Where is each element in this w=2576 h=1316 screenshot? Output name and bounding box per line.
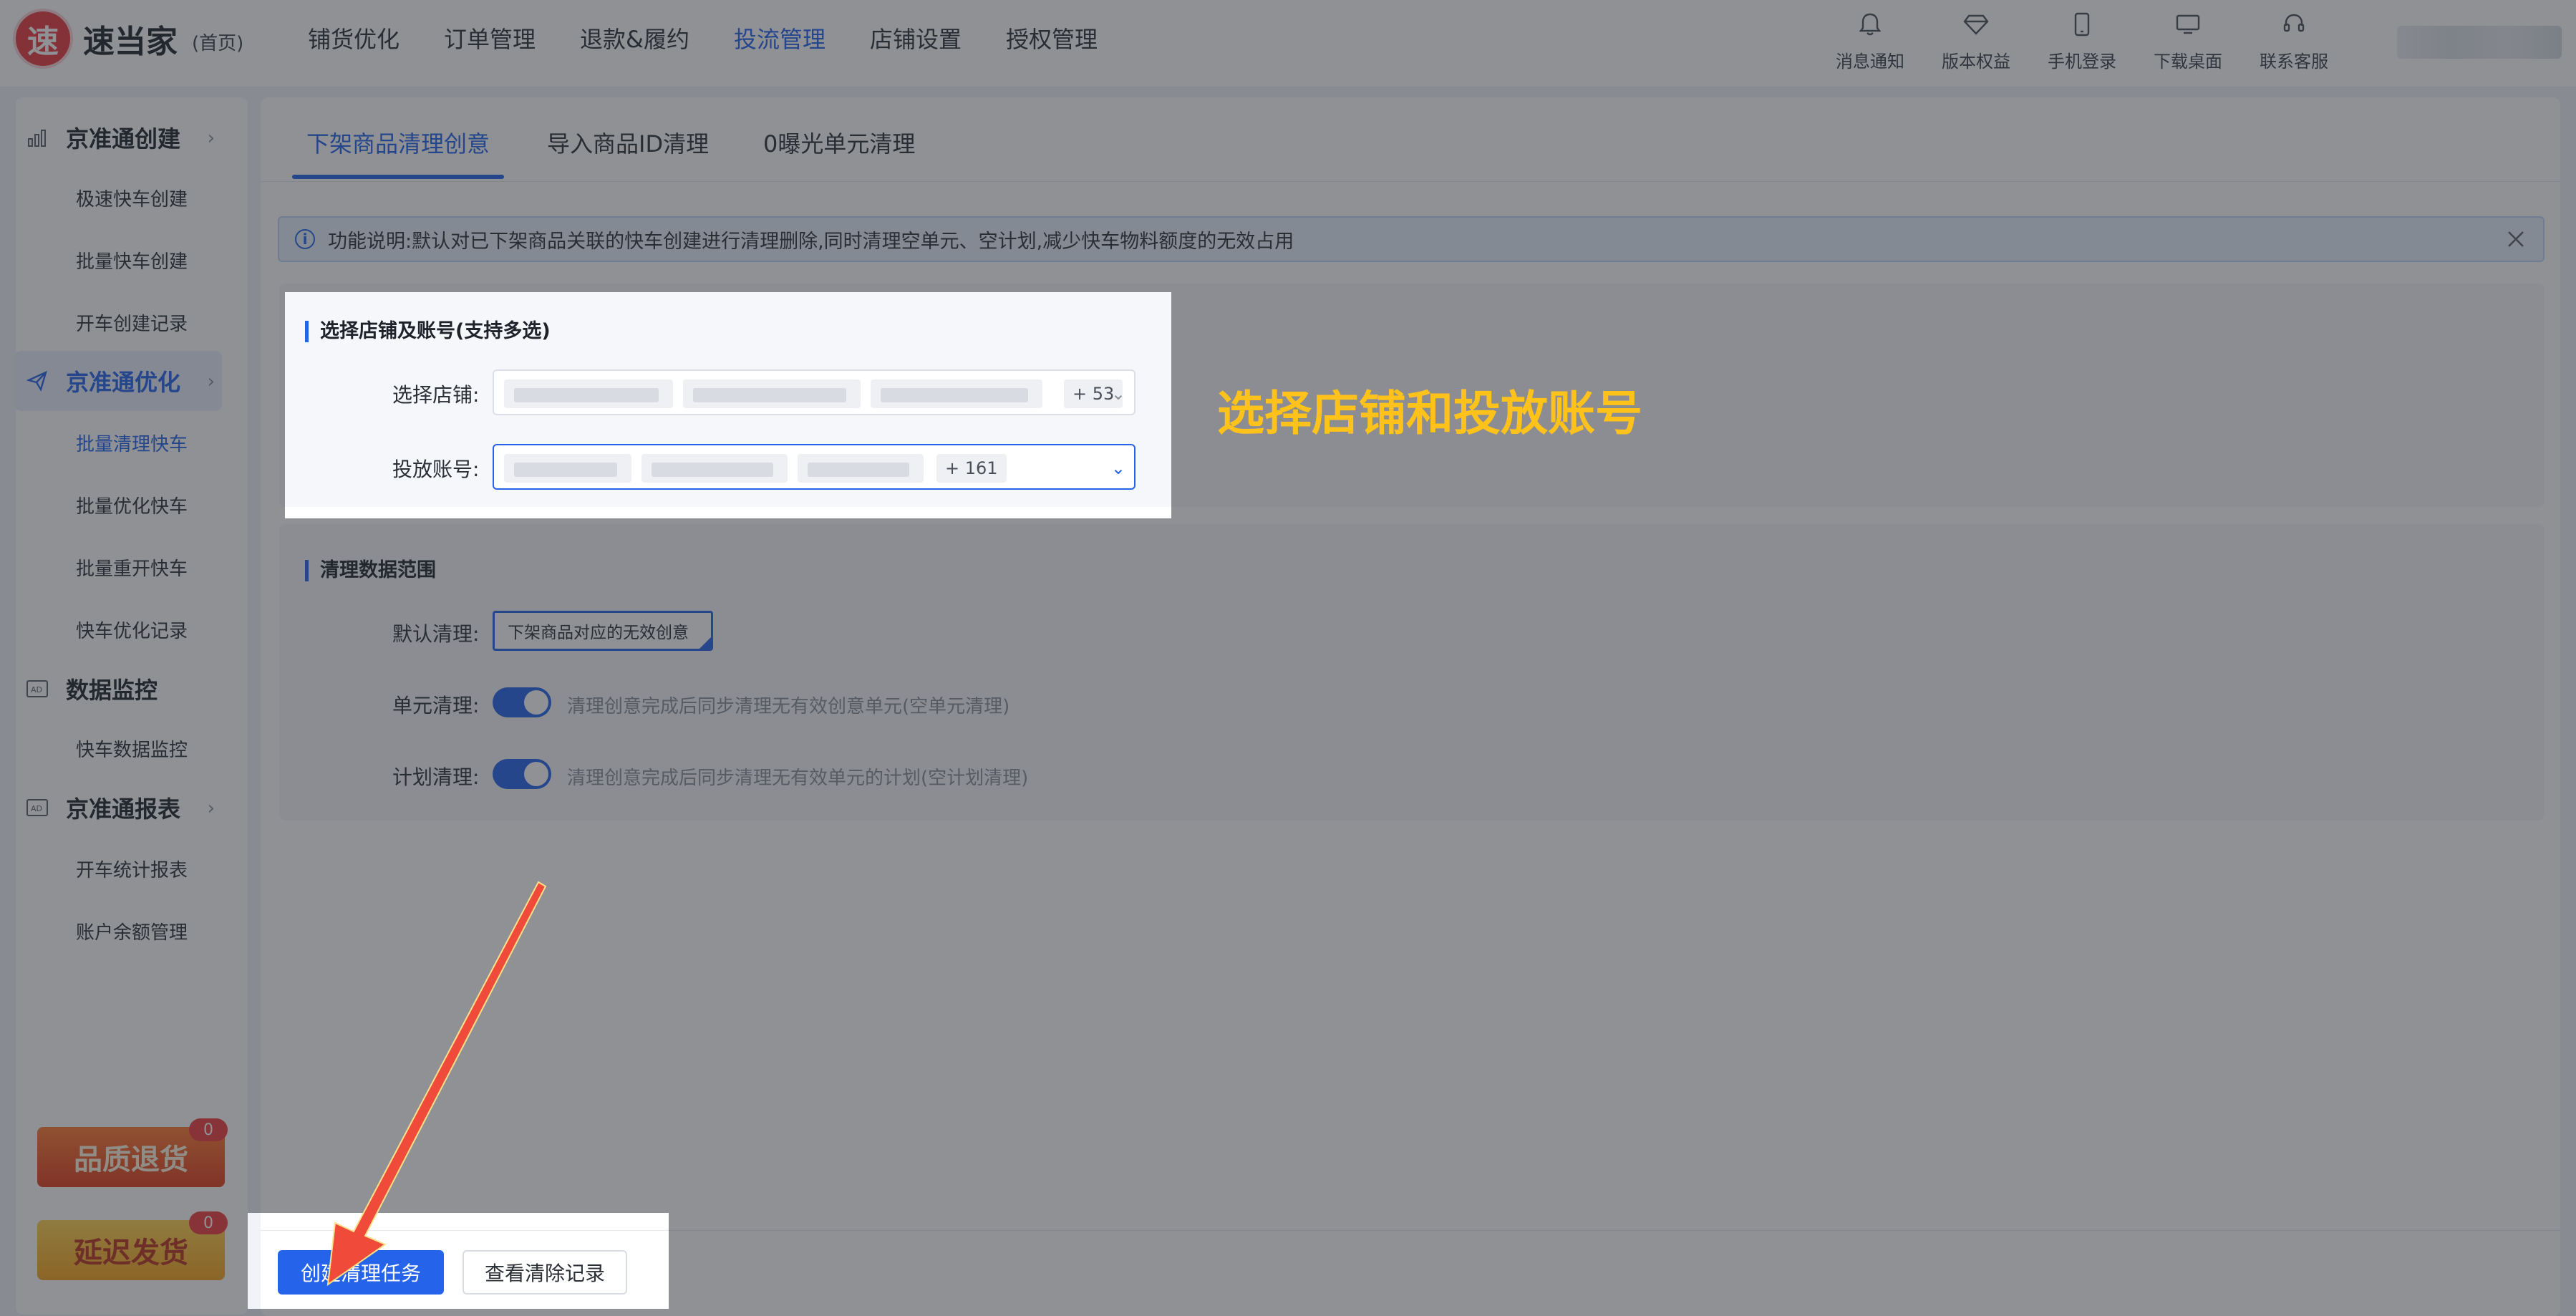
tool-label: 联系客服: [2260, 52, 2328, 72]
brand-name[interactable]: 速当家: [83, 16, 178, 62]
tutorial-callout: 选择店铺和投放账号: [1217, 386, 1642, 441]
count-badge: 0: [189, 1211, 228, 1234]
nav-item-orders[interactable]: 订单管理: [444, 21, 536, 54]
ad-icon: AD: [21, 673, 53, 705]
sidebar-item-batch-create[interactable]: 批量快车创建: [76, 247, 188, 274]
count-badge: 0: [189, 1118, 228, 1141]
main-nav: 铺货优化 订单管理 退款&履约 投流管理 店铺设置 授权管理: [308, 21, 1142, 54]
tool-label: 版本权益: [1942, 52, 2010, 72]
headset-icon: [2278, 9, 2310, 40]
sidebar-item-optimize-records[interactable]: 快车优化记录: [76, 616, 188, 643]
more-count-tag: + 161: [936, 454, 1007, 483]
sidebar-item-batch-clean[interactable]: 批量清理快车: [76, 430, 188, 456]
tab-offshelf-clean[interactable]: 下架商品清理创意: [306, 126, 490, 159]
default-clean-label: 默认清理:: [392, 622, 480, 646]
promo-delayed-shipping[interactable]: 延迟发货 0: [37, 1211, 228, 1280]
tool-contact-support[interactable]: 联系客服: [2241, 6, 2347, 72]
sidebar-item-balance[interactable]: 账户余额管理: [76, 918, 188, 944]
nav-item-ads[interactable]: 投流管理: [734, 21, 825, 54]
chevron-down-icon: ⌄: [1110, 384, 1125, 404]
selected-account-chip: [504, 454, 631, 483]
diamond-icon: [1960, 9, 1992, 40]
notice-text: 功能说明:默认对已下架商品关联的快车创建进行清理删除,同时清理空单元、空计划,减…: [328, 230, 1294, 253]
sidebar-group-label: 京准通报表: [66, 795, 181, 823]
sidebar-item-batch-restart[interactable]: 批量重开快车: [76, 554, 188, 581]
footer-divider: [261, 1230, 2560, 1231]
plan-clean-label: 计划清理:: [392, 765, 480, 789]
promo-label: 品质退货: [74, 1143, 188, 1176]
phone-icon: [2066, 9, 2098, 40]
selected-shop-chip: [504, 379, 673, 408]
brand-logo[interactable]: 速: [16, 11, 70, 66]
sidebar-group-label: 京准通创建: [66, 125, 181, 153]
brand-home-label: (首页): [192, 33, 244, 54]
sidebar-item-create-records[interactable]: 开车创建记录: [76, 309, 188, 336]
tab-bar: 下架商品清理创意 导入商品ID清理 0曝光单元清理: [261, 97, 2560, 182]
selected-account-chip: [798, 454, 924, 483]
sidebar-group-optimize[interactable]: 京准通优化 ›: [14, 351, 222, 411]
user-account-menu[interactable]: [2397, 26, 2562, 59]
info-icon: i: [295, 229, 315, 249]
sidebar-group-reports[interactable]: AD 京准通报表 ›: [14, 778, 222, 838]
view-clean-records-button[interactable]: 查看清除记录: [463, 1250, 627, 1295]
account-select[interactable]: + 161 ⌄: [493, 444, 1136, 490]
header-toolbar: 消息通知 版本权益 手机登录 下载桌面 联系客服: [1817, 6, 2347, 72]
plan-clean-toggle[interactable]: [493, 759, 551, 789]
tool-version-benefits[interactable]: 版本权益: [1923, 6, 2029, 72]
tool-label: 下载桌面: [2154, 52, 2222, 72]
promo-label: 延迟发货: [74, 1237, 188, 1269]
unit-clean-label: 单元清理:: [392, 694, 480, 717]
selected-shop-chip: [683, 379, 861, 408]
plan-clean-hint: 清理创意完成后同步清理无有效单元的计划(空计划清理): [567, 768, 1029, 789]
app-window: 速 速当家 (首页) 铺货优化 订单管理 退款&履约 投流管理 店铺设置 授权管…: [0, 0, 2576, 1316]
sidebar-group-monitor[interactable]: AD 数据监控: [14, 659, 222, 719]
sidebar-item-fast-create[interactable]: 极速快车创建: [76, 185, 188, 211]
tab-zero-exposure-clean[interactable]: 0曝光单元清理: [763, 126, 915, 159]
sidebar-item-stats-report[interactable]: 开车统计报表: [76, 856, 188, 882]
create-clean-task-button[interactable]: 创建清理任务: [278, 1250, 444, 1295]
sidebar-group-label: 数据监控: [66, 677, 158, 704]
account-field-label: 投放账号:: [392, 458, 480, 481]
unit-clean-hint: 清理创意完成后同步清理无有效创意单元(空单元清理): [567, 696, 1010, 717]
sidebar-item-batch-optimize[interactable]: 批量优化快车: [76, 492, 188, 518]
nav-item-listing[interactable]: 铺货优化: [308, 21, 400, 54]
sidebar-item-data-monitor[interactable]: 快车数据监控: [76, 735, 188, 762]
info-notice: i 功能说明:默认对已下架商品关联的快车创建进行清理删除,同时清理空单元、空计划…: [278, 216, 2544, 262]
chevron-right-icon: ›: [207, 127, 215, 149]
selected-account-chip: [641, 454, 788, 483]
bar-chart-icon: [21, 122, 53, 153]
bell-icon: [1854, 9, 1886, 40]
svg-text:AD: AD: [31, 685, 42, 695]
svg-text:AD: AD: [31, 804, 42, 813]
selected-shop-chip: [871, 379, 1042, 408]
nav-item-authorization[interactable]: 授权管理: [1006, 21, 1098, 54]
tool-label: 手机登录: [2048, 52, 2116, 72]
unit-clean-toggle[interactable]: [493, 687, 551, 717]
tool-label: 消息通知: [1836, 52, 1904, 72]
sidebar-group-label: 京准通优化: [66, 369, 181, 396]
tab-import-id-clean[interactable]: 导入商品ID清理: [547, 126, 709, 159]
tool-notifications[interactable]: 消息通知: [1817, 6, 1923, 72]
active-tab-indicator: [292, 175, 504, 179]
nav-item-refunds[interactable]: 退款&履约: [580, 21, 689, 54]
section-title: 清理数据范围: [305, 560, 436, 581]
chevron-right-icon: ›: [207, 798, 215, 819]
chevron-down-icon: ⌄: [1110, 458, 1125, 478]
sidebar-group-create[interactable]: 京准通创建 ›: [14, 107, 222, 168]
monitor-icon: [2172, 9, 2204, 40]
default-clean-option[interactable]: 下架商品对应的无效创意: [493, 611, 713, 651]
shop-select[interactable]: + 53 ⌄: [493, 369, 1136, 415]
nav-item-shop-settings[interactable]: 店铺设置: [870, 21, 962, 54]
chevron-right-icon: ›: [207, 371, 215, 392]
promo-quality-return[interactable]: 品质退货 0: [37, 1118, 228, 1187]
tool-phone-login[interactable]: 手机登录: [2029, 6, 2135, 72]
section-title: 选择店铺及账号(支持多选): [305, 321, 551, 342]
shop-field-label: 选择店铺:: [392, 383, 480, 407]
tool-download-desktop[interactable]: 下载桌面: [2135, 6, 2241, 72]
close-icon[interactable]: [2504, 228, 2527, 251]
ad-icon: AD: [21, 792, 53, 823]
send-icon: [21, 365, 53, 397]
top-header: 速 速当家 (首页) 铺货优化 订单管理 退款&履约 投流管理 店铺设置 授权管…: [0, 0, 2576, 87]
